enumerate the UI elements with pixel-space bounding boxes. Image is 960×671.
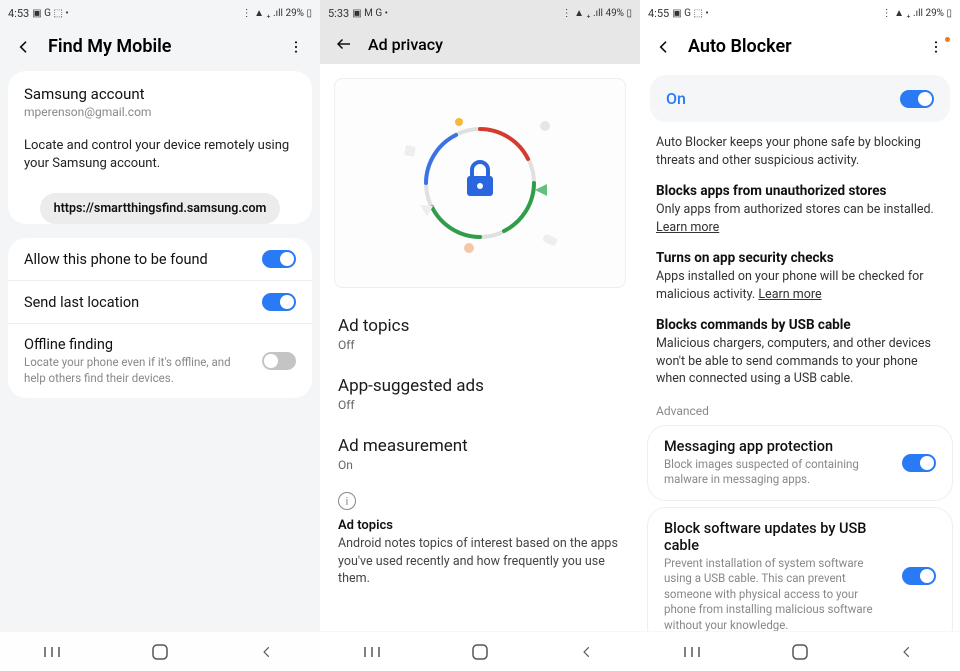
item-subtitle: Off bbox=[338, 338, 622, 352]
item-title: Ad topics bbox=[338, 316, 622, 336]
back-icon[interactable] bbox=[14, 37, 34, 57]
screen-ad-privacy: 5:33 ▣ M G • ⋮ ▲ ₊ .ıll 49% ▯ Ad privacy bbox=[320, 0, 640, 671]
status-left-icons: ▣ G ⬚ • bbox=[672, 8, 709, 19]
page-title: Find My Mobile bbox=[48, 36, 272, 57]
on-label: On bbox=[666, 89, 686, 108]
screen-auto-blocker: 4:55 ▣ G ⬚ • ⋮ ▲ ₊ .ıll 29% ▯ Auto Block… bbox=[640, 0, 960, 671]
nav-recents-icon[interactable] bbox=[684, 643, 702, 661]
status-right-icons: ⋮ ▲ ₊ .ıll 29% ▯ bbox=[242, 8, 312, 19]
page-title: Ad privacy bbox=[368, 35, 626, 54]
status-bar: 4:55 ▣ G ⬚ • ⋮ ▲ ₊ .ıll 29% ▯ bbox=[640, 0, 960, 26]
setting-title: Allow this phone to be found bbox=[24, 251, 252, 268]
section-usb-commands: Blocks commands by USB cable Malicious c… bbox=[656, 317, 944, 388]
item-subtitle: On bbox=[338, 458, 622, 472]
settings-card: Allow this phone to be found Send last l… bbox=[8, 238, 312, 398]
setting-subtitle: Prevent installation of system software … bbox=[664, 556, 892, 634]
footnote-body: Android notes topics of interest based o… bbox=[338, 535, 622, 600]
section-body: Malicious chargers, computers, and other… bbox=[656, 335, 944, 388]
item-title: Ad measurement bbox=[338, 436, 622, 456]
screen-find-my-mobile: 4:53 ▣ G ⬚ • ⋮ ▲ ₊ .ıll 29% ▯ Find My Mo… bbox=[0, 0, 320, 671]
header: Find My Mobile bbox=[0, 26, 320, 71]
header: Auto Blocker bbox=[640, 26, 960, 71]
account-description: Locate and control your device remotely … bbox=[8, 133, 312, 185]
item-subtitle: Off bbox=[338, 398, 622, 412]
more-icon[interactable] bbox=[926, 37, 946, 57]
item-ad-measurement[interactable]: Ad measurement On bbox=[338, 426, 622, 486]
toggle-messaging-protection[interactable] bbox=[902, 454, 936, 472]
toggle-allow-found[interactable] bbox=[262, 250, 296, 268]
toggle-offline-finding[interactable] bbox=[262, 352, 296, 370]
setting-allow-found[interactable]: Allow this phone to be found bbox=[8, 238, 312, 280]
nav-bar bbox=[640, 631, 960, 671]
nav-back-icon[interactable] bbox=[258, 643, 276, 661]
nav-recents-icon[interactable] bbox=[44, 643, 62, 661]
section-body: Only apps from authorized stores can be … bbox=[656, 201, 944, 236]
nav-bar bbox=[320, 631, 640, 671]
toggle-block-usb-updates[interactable] bbox=[902, 567, 936, 585]
page-title: Auto Blocker bbox=[688, 36, 912, 57]
notification-dot-icon bbox=[945, 37, 950, 42]
back-icon[interactable] bbox=[654, 37, 674, 57]
find-url-link[interactable]: https://smartthingsfind.samsung.com bbox=[40, 193, 281, 224]
account-card[interactable]: Samsung account mperenson@gmail.com Loca… bbox=[8, 71, 312, 224]
nav-recents-icon[interactable] bbox=[364, 643, 382, 661]
more-icon[interactable] bbox=[286, 37, 306, 57]
item-app-suggested-ads[interactable]: App-suggested ads Off bbox=[338, 366, 622, 426]
status-right-icons: ⋮ ▲ ₊ .ıll 49% ▯ bbox=[562, 8, 632, 19]
status-time: 5:33 bbox=[328, 7, 349, 20]
status-time: 4:55 bbox=[648, 7, 669, 20]
status-bar: 5:33 ▣ M G • ⋮ ▲ ₊ .ıll 49% ▯ bbox=[320, 0, 640, 26]
setting-offline-finding[interactable]: Offline finding Locate your phone even i… bbox=[8, 323, 312, 398]
toggle-send-last-location[interactable] bbox=[262, 293, 296, 311]
section-app-security-checks: Turns on app security checks Apps instal… bbox=[656, 250, 944, 303]
auto-blocker-description: Auto Blocker keeps your phone safe by bl… bbox=[656, 134, 944, 169]
status-left-icons: ▣ G ⬚ • bbox=[32, 8, 69, 19]
back-icon[interactable] bbox=[334, 34, 354, 54]
nav-back-icon[interactable] bbox=[898, 643, 916, 661]
setting-title: Block software updates by USB cable bbox=[664, 520, 892, 554]
learn-more-link[interactable]: Learn more bbox=[758, 287, 821, 302]
section-unauthorized-stores: Blocks apps from unauthorized stores Onl… bbox=[656, 183, 944, 236]
nav-home-icon[interactable] bbox=[151, 643, 169, 661]
toggle-auto-blocker[interactable] bbox=[900, 90, 934, 108]
setting-title: Send last location bbox=[24, 294, 252, 311]
nav-bar bbox=[0, 631, 320, 671]
footnote-title: Ad topics bbox=[338, 518, 622, 533]
item-title: App-suggested ads bbox=[338, 376, 622, 396]
setting-messaging-protection[interactable]: Messaging app protection Block images su… bbox=[648, 426, 952, 500]
setting-subtitle: Block images suspected of containing mal… bbox=[664, 457, 892, 488]
nav-home-icon[interactable] bbox=[791, 643, 809, 661]
setting-title: Messaging app protection bbox=[664, 438, 892, 455]
status-right-icons: ⋮ ▲ ₊ .ıll 29% ▯ bbox=[882, 8, 952, 19]
setting-send-last-location[interactable]: Send last location bbox=[8, 280, 312, 323]
privacy-hero-image bbox=[334, 78, 626, 288]
advanced-header: Advanced bbox=[640, 402, 960, 426]
status-left-icons: ▣ M G • bbox=[352, 8, 388, 19]
setting-block-usb-updates[interactable]: Block software updates by USB cable Prev… bbox=[648, 508, 952, 646]
item-ad-topics[interactable]: Ad topics Off bbox=[338, 306, 622, 366]
section-title: Blocks commands by USB cable bbox=[656, 317, 944, 333]
master-toggle-row[interactable]: On bbox=[650, 75, 950, 122]
learn-more-link[interactable]: Learn more bbox=[656, 220, 719, 235]
setting-title: Offline finding bbox=[24, 336, 252, 353]
header: Ad privacy bbox=[320, 26, 640, 64]
status-bar: 4:53 ▣ G ⬚ • ⋮ ▲ ₊ .ıll 29% ▯ bbox=[0, 0, 320, 26]
section-title: Turns on app security checks bbox=[656, 250, 944, 266]
info-icon: i bbox=[338, 492, 356, 510]
section-body: Apps installed on your phone will be che… bbox=[656, 268, 944, 303]
nav-back-icon[interactable] bbox=[578, 643, 596, 661]
nav-home-icon[interactable] bbox=[471, 643, 489, 661]
setting-subtitle: Locate your phone even if it's offline, … bbox=[24, 355, 252, 386]
account-email: mperenson@gmail.com bbox=[24, 105, 296, 119]
section-title: Blocks apps from unauthorized stores bbox=[656, 183, 944, 199]
account-title: Samsung account bbox=[24, 85, 296, 103]
status-time: 4:53 bbox=[8, 7, 29, 20]
